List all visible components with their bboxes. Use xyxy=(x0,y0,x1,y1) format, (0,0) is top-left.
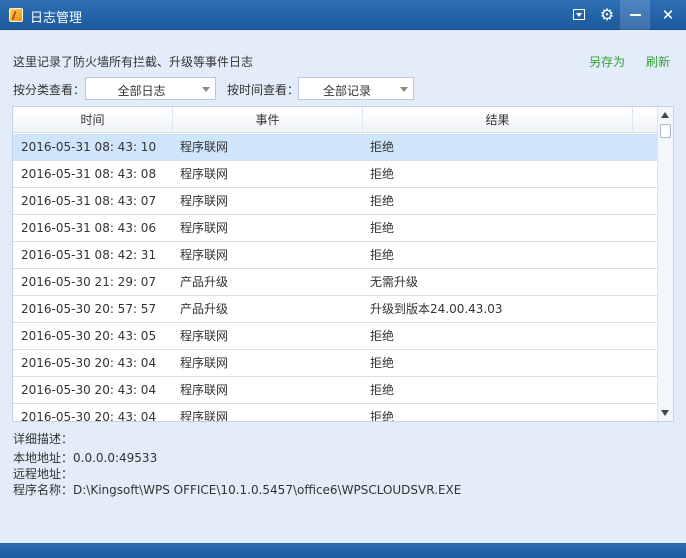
cell-result: 拒绝 xyxy=(370,383,395,397)
save-as-link[interactable]: 另存为 xyxy=(589,53,625,70)
minimize-icon xyxy=(630,14,641,16)
table-header: 时间 事件 结果 xyxy=(13,107,658,133)
category-select-value: 全部日志 xyxy=(117,84,166,98)
vertical-scrollbar[interactable] xyxy=(657,107,673,421)
window-title: 日志管理 xyxy=(30,11,83,26)
cell-result: 拒绝 xyxy=(370,194,395,208)
cell-time: 2016-05-30 20: 43: 04 xyxy=(21,410,157,422)
detail-title: 详细描述： xyxy=(13,432,74,446)
scroll-up-icon[interactable] xyxy=(658,108,673,123)
scroll-thumb[interactable] xyxy=(660,124,671,138)
cell-result: 拒绝 xyxy=(370,167,395,181)
refresh-link[interactable]: 刷新 xyxy=(646,53,670,70)
cell-result: 无需升级 xyxy=(370,275,419,289)
column-header-event[interactable]: 事件 xyxy=(173,107,363,133)
chevron-down-icon xyxy=(202,87,210,92)
title-bar: 日志管理 ⚙ ✕ xyxy=(0,0,686,30)
category-select[interactable]: 全部日志 xyxy=(85,77,216,100)
cell-result: 拒绝 xyxy=(370,140,395,154)
chevron-down-icon xyxy=(400,87,408,92)
cell-time: 2016-05-31 08: 43: 10 xyxy=(21,140,157,154)
cell-time: 2016-05-30 20: 43: 04 xyxy=(21,383,157,397)
skin-icon xyxy=(573,9,585,20)
cell-event: 产品升级 xyxy=(180,302,229,316)
cell-event: 程序联网 xyxy=(180,383,229,397)
log-app-icon xyxy=(9,8,23,22)
cell-result: 升级到版本24.00.43.03 xyxy=(370,302,503,316)
log-table: 时间 事件 结果 2016-05-31 08: 43: 10 程序联网 拒绝 2016… xyxy=(12,106,674,422)
table-row[interactable]: 2016-05-30 20: 57: 57 产品升级 升级到版本24.00.43.0… xyxy=(13,296,658,323)
detail-program-name: 程序名称：D:\Kingsoft\WPS OFFICE\10.1.0.5457\… xyxy=(13,483,462,497)
cell-result: 拒绝 xyxy=(370,410,395,422)
table-row[interactable]: 2016-05-31 08: 42: 31 程序联网 拒绝 xyxy=(13,242,658,269)
cell-time: 2016-05-30 20: 43: 04 xyxy=(21,356,157,370)
cell-result: 拒绝 xyxy=(370,248,395,262)
table-row[interactable]: 2016-05-30 21: 29: 07 产品升级 无需升级 xyxy=(13,269,658,296)
detail-local-address: 本地地址：0.0.0.0:49533 xyxy=(13,451,158,465)
table-row[interactable]: 2016-05-30 20: 43: 04 程序联网 拒绝 xyxy=(13,377,658,404)
close-button[interactable]: ✕ xyxy=(650,0,686,30)
table-row[interactable]: 2016-05-30 20: 43: 05 程序联网 拒绝 xyxy=(13,323,658,350)
table-row[interactable]: 2016-05-30 20: 43: 04 程序联网 拒绝 xyxy=(13,404,658,422)
page-description: 这里记录了防火墙所有拦截、升级等事件日志 xyxy=(13,55,254,69)
column-header-time[interactable]: 时间 xyxy=(13,107,173,133)
bottom-bar xyxy=(0,543,686,558)
detail-remote-address: 远程地址： xyxy=(13,467,74,481)
cell-time: 2016-05-31 08: 43: 06 xyxy=(21,221,157,235)
cell-time: 2016-05-31 08: 43: 08 xyxy=(21,167,157,181)
minimize-button[interactable] xyxy=(620,0,650,30)
cell-result: 拒绝 xyxy=(370,356,395,370)
table-row[interactable]: 2016-05-31 08: 43: 10 程序联网 拒绝 xyxy=(13,134,658,161)
cell-time: 2016-05-31 08: 42: 31 xyxy=(21,248,157,262)
close-icon: ✕ xyxy=(661,6,675,24)
time-filter-label: 按时间查看： xyxy=(227,83,300,97)
skin-button[interactable] xyxy=(564,0,594,30)
table-row[interactable]: 2016-05-31 08: 43: 06 程序联网 拒绝 xyxy=(13,215,658,242)
cell-time: 2016-05-30 21: 29: 07 xyxy=(21,275,157,289)
cell-event: 程序联网 xyxy=(180,248,229,262)
cell-event: 程序联网 xyxy=(180,221,229,235)
cell-result: 拒绝 xyxy=(370,329,395,343)
category-filter-label: 按分类查看： xyxy=(13,83,86,97)
table-row[interactable]: 2016-05-30 20: 43: 04 程序联网 拒绝 xyxy=(13,350,658,377)
time-select-value: 全部记录 xyxy=(322,84,371,98)
gear-icon: ⚙ xyxy=(599,5,615,24)
column-header-result[interactable]: 结果 xyxy=(363,107,633,133)
cell-event: 产品升级 xyxy=(180,275,229,289)
cell-event: 程序联网 xyxy=(180,356,229,370)
cell-event: 程序联网 xyxy=(180,140,229,154)
cell-event: 程序联网 xyxy=(180,329,229,343)
cell-time: 2016-05-30 20: 43: 05 xyxy=(21,329,157,343)
cell-result: 拒绝 xyxy=(370,221,395,235)
table-row[interactable]: 2016-05-31 08: 43: 07 程序联网 拒绝 xyxy=(13,188,658,215)
cell-event: 程序联网 xyxy=(180,167,229,181)
cell-event: 程序联网 xyxy=(180,194,229,208)
time-select[interactable]: 全部记录 xyxy=(298,77,414,100)
settings-button[interactable]: ⚙ xyxy=(592,0,622,30)
table-row[interactable]: 2016-05-31 08: 43: 08 程序联网 拒绝 xyxy=(13,161,658,188)
cell-time: 2016-05-31 08: 43: 07 xyxy=(21,194,157,208)
cell-time: 2016-05-30 20: 57: 57 xyxy=(21,302,157,316)
scroll-down-icon[interactable] xyxy=(658,405,673,420)
cell-event: 程序联网 xyxy=(180,410,229,422)
